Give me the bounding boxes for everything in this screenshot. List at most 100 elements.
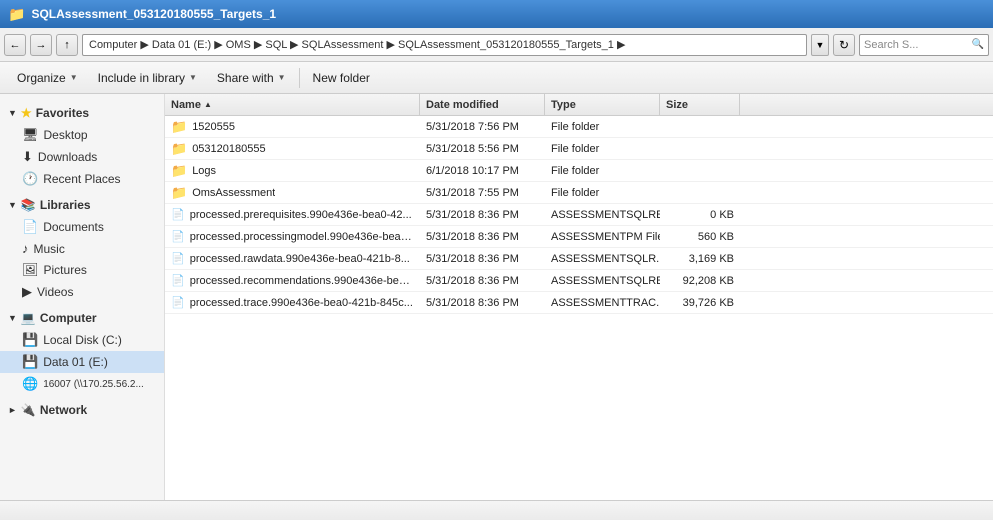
sidebar-item-videos[interactable]: ▶ Videos [0,281,164,303]
file-cell-size [660,160,740,181]
file-cell-name: 📁 053120180555 [165,138,420,159]
videos-icon: ▶ [22,284,32,300]
file-cell-name: 📄 processed.prerequisites.990e436e-bea0-… [165,204,420,225]
documents-icon: 📄 [22,219,38,235]
sidebar-item-data01-e[interactable]: 💾 Data 01 (E:) [0,351,164,373]
table-row[interactable]: 📁 Logs 6/1/2018 10:17 PM File folder [165,160,993,182]
file-name: OmsAssessment [192,187,275,199]
table-row[interactable]: 📁 1520555 5/31/2018 7:56 PM File folder [165,116,993,138]
sidebar-item-downloads[interactable]: ⬇ Downloads [0,146,164,168]
search-label: Search S... [864,39,918,51]
sidebar-item-local-disk-c[interactable]: 💾 Local Disk (C:) [0,329,164,351]
back-button[interactable]: ← [4,34,26,56]
file-cell-type: ASSESSMENTSQLRE... [545,270,660,291]
file-cell-type: ASSESSMENTTRAC... [545,292,660,313]
search-box[interactable]: Search S... 🔍 [859,34,989,56]
toolbar: Organize ▼ Include in library ▼ Share wi… [0,62,993,94]
address-dropdown-button[interactable]: ▼ [811,34,829,56]
file-size: 3,169 KB [689,253,734,265]
table-row[interactable]: 📄 processed.processingmodel.990e436e-bea… [165,226,993,248]
file-date: 6/1/2018 10:17 PM [426,165,519,177]
file-name: 053120180555 [192,143,265,155]
share-with-dropdown-arrow: ▼ [278,73,286,82]
network-drive-icon: 🌐 [22,376,38,392]
sidebar-network-header[interactable]: ► 🔌 Network [0,399,164,421]
new-folder-button[interactable]: New folder [304,66,379,90]
computer-collapse-arrow: ▼ [8,313,17,323]
sidebar-item-music-label: Music [34,242,65,256]
status-bar [0,500,993,520]
file-type: File folder [551,143,599,155]
file-type: File folder [551,165,599,177]
sidebar-libraries-header[interactable]: ▼ 📚 Libraries [0,194,164,216]
file-cell-date: 6/1/2018 10:17 PM [420,160,545,181]
organize-button[interactable]: Organize ▼ [8,66,87,90]
file-date: 5/31/2018 8:36 PM [426,209,519,221]
recent-places-icon: 🕐 [22,171,38,187]
file-size: 39,726 KB [683,297,734,309]
table-row[interactable]: 📄 processed.rawdata.990e436e-bea0-421b-8… [165,248,993,270]
file-type: File folder [551,121,599,133]
column-date-label: Date modified [426,99,499,111]
pictures-icon: 🖼 [22,262,39,278]
file-cell-size: 560 KB [660,226,740,247]
table-row[interactable]: 📄 processed.trace.990e436e-bea0-421b-845… [165,292,993,314]
sidebar-item-pictures[interactable]: 🖼 Pictures [0,259,164,281]
sidebar: ▼ ★ Favorites 🖥 Desktop ⬇ Downloads 🕐 Re… [0,94,165,500]
file-cell-name: 📄 processed.recommendations.990e436e-bea… [165,270,420,291]
column-header-date[interactable]: Date modified [420,94,545,115]
file-type: ASSESSMENTTRAC... [551,297,660,309]
sort-asc-icon: ▲ [204,100,212,109]
address-path[interactable]: Computer ▶ Data 01 (E:) ▶ OMS ▶ SQL ▶ SQ… [82,34,807,56]
file-list-header: Name ▲ Date modified Type Size [165,94,993,116]
file-date: 5/31/2018 8:36 PM [426,275,519,287]
file-cell-size: 39,726 KB [660,292,740,313]
include-library-button[interactable]: Include in library ▼ [89,66,206,90]
music-icon: ♪ [22,241,29,256]
file-date: 5/31/2018 7:55 PM [426,187,519,199]
table-row[interactable]: 📄 processed.recommendations.990e436e-bea… [165,270,993,292]
table-row[interactable]: 📁 OmsAssessment 5/31/2018 7:55 PM File f… [165,182,993,204]
address-path-text: Computer ▶ Data 01 (E:) ▶ OMS ▶ SQL ▶ SQ… [89,38,625,51]
file-date: 5/31/2018 8:36 PM [426,231,519,243]
computer-icon: 💻 [21,311,36,325]
folder-icon: 📁 [171,163,187,179]
file-name: processed.recommendations.990e436e-bea..… [190,275,414,287]
file-cell-name: 📁 OmsAssessment [165,182,420,203]
sidebar-item-desktop[interactable]: 🖥 Desktop [0,124,164,146]
file-cell-name: 📁 Logs [165,160,420,181]
forward-button[interactable]: → [30,34,52,56]
file-cell-date: 5/31/2018 8:36 PM [420,204,545,225]
table-row[interactable]: 📄 processed.prerequisites.990e436e-bea0-… [165,204,993,226]
sidebar-item-documents[interactable]: 📄 Documents [0,216,164,238]
desktop-icon: 🖥 [22,127,39,143]
sidebar-item-network-drive[interactable]: 🌐 16007 (\\170.25.56.2... [0,373,164,395]
table-row[interactable]: 📁 053120180555 5/31/2018 5:56 PM File fo… [165,138,993,160]
sidebar-favorites-header[interactable]: ▼ ★ Favorites [0,102,164,124]
sidebar-computer-header[interactable]: ▼ 💻 Computer [0,307,164,329]
file-name: processed.trace.990e436e-bea0-421b-845c.… [190,297,413,309]
refresh-button[interactable]: ↻ [833,34,855,56]
folder-icon: 📁 [171,185,187,201]
sidebar-item-music[interactable]: ♪ Music [0,238,164,259]
column-header-name[interactable]: Name ▲ [165,94,420,115]
sidebar-item-pictures-label: Pictures [44,263,87,277]
file-cell-size: 0 KB [660,204,740,225]
file-name: Logs [192,165,216,177]
up-button[interactable]: ↑ [56,34,78,56]
file-cell-date: 5/31/2018 8:36 PM [420,226,545,247]
column-header-size[interactable]: Size [660,94,740,115]
share-with-button[interactable]: Share with ▼ [208,66,295,90]
column-type-label: Type [551,99,576,111]
file-cell-type: File folder [545,160,660,181]
include-library-dropdown-arrow: ▼ [189,73,197,82]
file-date: 5/31/2018 5:56 PM [426,143,519,155]
file-cell-size [660,116,740,137]
column-header-type[interactable]: Type [545,94,660,115]
sidebar-item-recent-places[interactable]: 🕐 Recent Places [0,168,164,190]
toolbar-separator [299,68,300,88]
favorites-label: Favorites [36,106,89,120]
file-cell-name: 📄 processed.trace.990e436e-bea0-421b-845… [165,292,420,313]
file-cell-size [660,138,740,159]
file-cell-name: 📄 processed.processingmodel.990e436e-bea… [165,226,420,247]
